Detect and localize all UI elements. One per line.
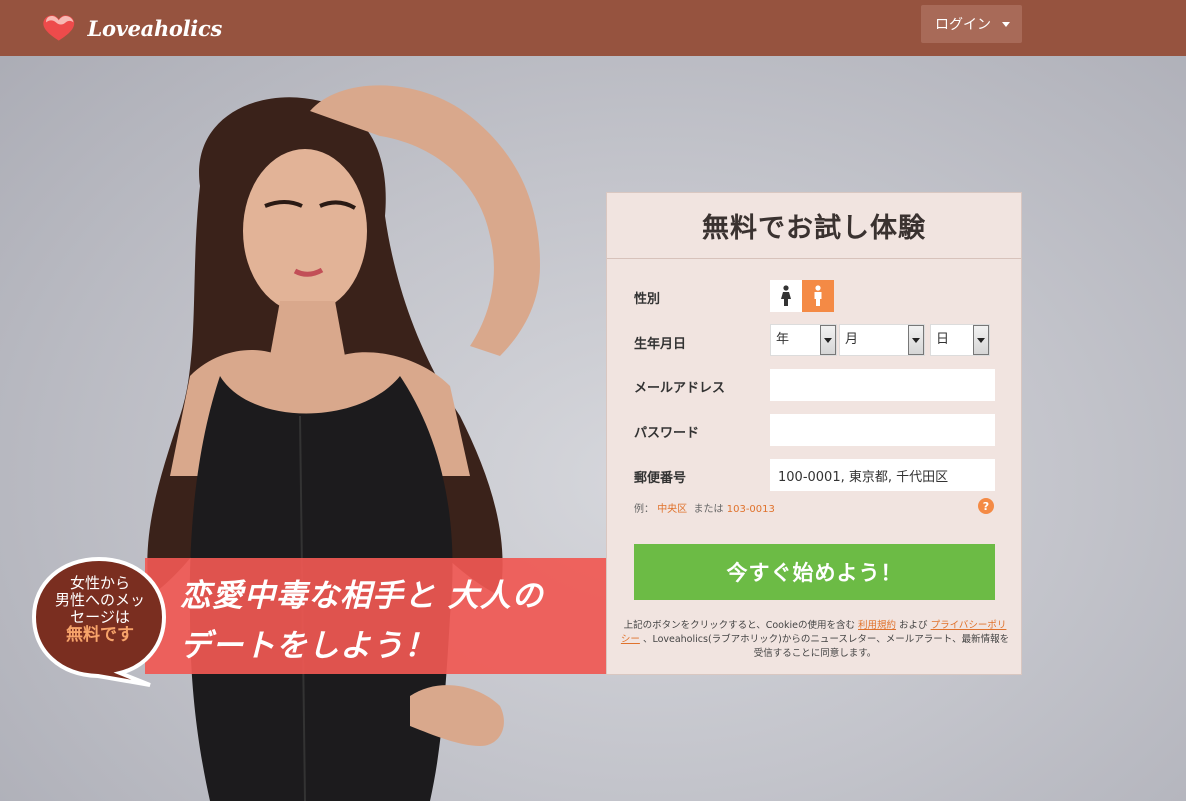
password-input[interactable] [770,414,995,446]
legal-text: 上記のボタンをクリックすると、Cookieの使用を含む 利用規約 および プライ… [619,619,1011,661]
gender-female-button[interactable] [770,280,802,312]
chevron-down-icon [820,325,836,355]
chevron-down-icon [1002,22,1010,27]
chevron-down-icon [908,325,924,355]
example-code: 103-0013 [726,504,775,515]
postal-label: 郵便番号 [634,471,687,486]
postal-example: 例： 中央区 または 103-0013 [634,500,775,515]
password-label: パスワード [634,426,700,441]
login-button[interactable]: ログイン [921,5,1022,43]
logo[interactable]: Loveaholics [42,8,222,48]
birth-day-select[interactable]: 日 [930,324,990,356]
birth-month-value: 月 [845,332,859,347]
bubble-line-4: 無料です [66,625,134,645]
signup-panel: 無料でお試し体験 性別 生年月日 年 月 日 メールアドレス パスワード 郵便番… [606,192,1022,675]
heart-logo-icon [43,15,75,41]
example-or: または [693,504,724,515]
panel-title: 無料でお試し体験 [607,193,1021,259]
postal-code-input[interactable] [770,459,995,491]
gender-male-button[interactable] [802,280,834,312]
birth-year-value: 年 [776,332,790,347]
banner-line-1: 恋愛中毒な相手と 大人の [180,578,544,614]
help-icon[interactable]: ? [978,498,994,514]
terms-link[interactable]: 利用規約 [858,620,896,631]
email-label: メールアドレス [634,381,726,396]
hero-model-image [147,85,540,801]
legal-text-3: 、Loveaholics(ラブアホリック)からのニュースレター、メールアラート、… [642,634,1010,659]
birth-month-select[interactable]: 月 [839,324,925,356]
birthday-label: 生年月日 [634,337,687,352]
male-icon [814,285,822,306]
gender-label: 性別 [634,292,661,307]
legal-text-2: および [899,620,928,631]
chevron-down-icon [973,325,989,355]
legal-text-1: 上記のボタンをクリックすると、Cookieの使用を含む [623,620,855,631]
female-icon [781,285,791,306]
login-label: ログイン [935,17,991,33]
promo-banner: 恋愛中毒な相手と 大人の デートをしよう！ [145,558,607,674]
top-bar: Loveaholics ログイン [0,0,1186,56]
banner-line-2: デートをしよう！ [180,628,436,664]
bubble-text: 女性から 男性へのメッ セージは 無料です [34,575,166,644]
bubble-line-3: セージは [70,608,130,626]
birth-year-select[interactable]: 年 [770,324,837,356]
birth-day-value: 日 [936,332,950,347]
bubble-line-1: 女性から [69,574,130,592]
email-input[interactable] [770,369,995,401]
example-prefix: 例： [634,504,654,515]
logo-text: Loveaholics [87,15,223,41]
bubble-line-2: 男性へのメッ [54,591,145,609]
gender-selector [770,280,834,312]
example-area: 中央区 [657,504,688,515]
start-now-button[interactable]: 今すぐ始めよう！ [634,544,995,600]
